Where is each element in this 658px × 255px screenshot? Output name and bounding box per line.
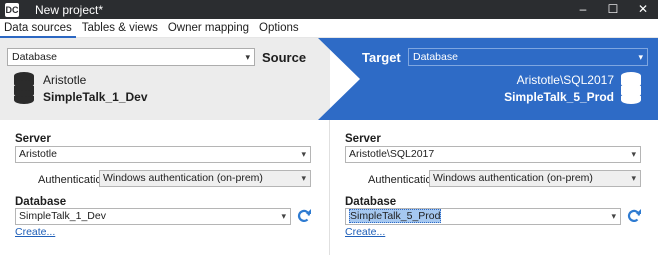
source-label: Source bbox=[262, 50, 307, 65]
target-server-input[interactable]: Aristotle\SQL2017 ▾ bbox=[345, 146, 641, 163]
chevron-down-icon: ▾ bbox=[631, 173, 636, 183]
source-create-link[interactable]: Create... bbox=[15, 226, 55, 238]
source-database-value: SimpleTalk_1_Dev bbox=[19, 210, 106, 222]
window-title: New project* bbox=[35, 2, 104, 17]
target-label: Target bbox=[362, 50, 401, 65]
chevron-down-icon: ▾ bbox=[611, 211, 616, 221]
source-auth-label: Authentication bbox=[38, 174, 108, 186]
source-database-name: SimpleTalk_1_Dev bbox=[43, 90, 148, 104]
target-server-value: Aristotle\SQL2017 bbox=[349, 148, 435, 160]
minimize-button[interactable]: – bbox=[568, 0, 598, 19]
chevron-down-icon: ▾ bbox=[631, 149, 636, 159]
tab-data-sources[interactable]: Data sources bbox=[0, 19, 76, 38]
chevron-down-icon: ▾ bbox=[301, 149, 306, 159]
target-type-select[interactable]: Database ▾ bbox=[408, 48, 648, 66]
source-server-value: Aristotle bbox=[19, 148, 57, 160]
source-database-label: Database bbox=[15, 196, 67, 208]
chevron-down-icon: ▾ bbox=[638, 52, 643, 62]
close-button[interactable]: ✕ bbox=[628, 0, 658, 19]
refresh-icon[interactable] bbox=[296, 208, 312, 224]
target-auth-label: Authentication bbox=[368, 174, 438, 186]
source-auth-value: Windows authentication (on-prem) bbox=[103, 172, 263, 184]
maximize-button[interactable]: ☐ bbox=[598, 0, 628, 19]
source-database-input[interactable]: SimpleTalk_1_Dev ▾ bbox=[15, 208, 291, 225]
target-database-value: SimpleTalk_5_Prod bbox=[349, 209, 442, 223]
source-auth-select[interactable]: Windows authentication (on-prem) ▾ bbox=[99, 170, 311, 187]
source-target-header: Database ▾ Source Target Database ▾ Aris… bbox=[0, 38, 658, 120]
source-type-value: Database bbox=[12, 51, 57, 63]
refresh-icon[interactable] bbox=[626, 208, 642, 224]
source-server-name: Aristotle bbox=[43, 73, 87, 87]
chevron-down-icon: ▾ bbox=[301, 173, 306, 183]
database-icon bbox=[14, 72, 34, 104]
target-auth-value: Windows authentication (on-prem) bbox=[433, 172, 593, 184]
source-server-input[interactable]: Aristotle ▾ bbox=[15, 146, 311, 163]
target-server-name: Aristotle\SQL2017 bbox=[516, 73, 614, 87]
database-icon bbox=[621, 72, 641, 104]
menu-bar: Data sources Tables & views Owner mappin… bbox=[0, 19, 658, 38]
target-database-name: SimpleTalk_5_Prod bbox=[504, 90, 614, 104]
source-type-select[interactable]: Database ▾ bbox=[7, 48, 255, 66]
tab-owner-mapping[interactable]: Owner mapping bbox=[164, 19, 253, 38]
source-server-label: Server bbox=[15, 133, 51, 145]
panel-divider bbox=[329, 120, 330, 255]
target-database-label: Database bbox=[345, 196, 397, 208]
target-database-input[interactable]: SimpleTalk_5_Prod ▾ bbox=[345, 208, 621, 225]
chevron-down-icon: ▾ bbox=[245, 52, 250, 62]
target-server-label: Server bbox=[345, 133, 381, 145]
target-type-value: Database bbox=[413, 51, 458, 63]
tab-options[interactable]: Options bbox=[255, 19, 303, 38]
title-bar: DC New project* – ☐ ✕ bbox=[0, 0, 658, 19]
chevron-down-icon: ▾ bbox=[281, 211, 286, 221]
target-auth-select[interactable]: Windows authentication (on-prem) ▾ bbox=[429, 170, 641, 187]
window-controls: – ☐ ✕ bbox=[568, 0, 658, 19]
target-create-link[interactable]: Create... bbox=[345, 226, 385, 238]
tab-tables-views[interactable]: Tables & views bbox=[78, 19, 162, 38]
app-icon: DC bbox=[5, 2, 19, 17]
